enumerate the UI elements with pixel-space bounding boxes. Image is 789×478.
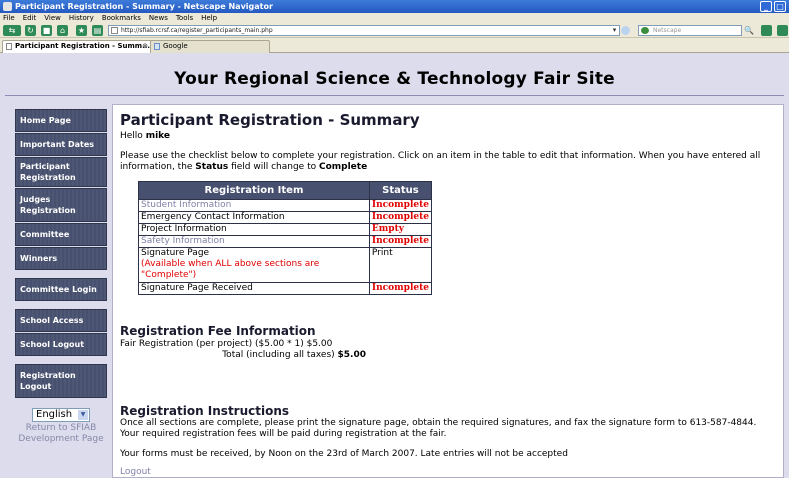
url-field[interactable]: http://sfiab.rcrsf.ca/register_participa… [108,25,620,36]
table-row[interactable]: Emergency Contact Information Incomplete [138,211,433,224]
fee-total: Total (including all taxes) $5.00 [120,350,366,361]
toolbar-button-icon[interactable] [761,25,772,36]
user-name: mike [145,131,170,141]
menu-edit[interactable]: Edit [23,14,37,22]
table-row[interactable]: Safety Information Incomplete [138,235,433,248]
status-badge: Incomplete [368,282,433,295]
fee-line: Fair Registration (per project) ($5.00 *… [120,339,333,349]
sidebar-item-school-access[interactable]: School Access [15,309,107,332]
status-badge: Incomplete [368,199,433,212]
status-word: Status [195,162,229,172]
greeting: Hello mike [120,131,776,142]
registration-instructions-text: Once all sections are complete, please p… [120,418,757,439]
tab-bar: Participant Registration - Summ... ⊗ Goo… [0,38,789,53]
language-value: English [36,409,73,420]
instructions-heading: Registration Instructions [120,404,290,418]
maximize-button[interactable]: □ [774,1,786,12]
tab-label: Participant Registration - Summ... [15,42,151,50]
site-title: Your Regional Science & Technology Fair … [174,69,615,89]
sidebar-item-participant-registration[interactable]: Participant Registration [15,157,107,187]
status-badge: Incomplete [368,211,433,224]
language-select[interactable]: English ▼ [32,408,90,422]
window-title-bar: Participant Registration - Summary - Net… [0,0,789,13]
reload-icon[interactable]: ↻ [25,25,36,36]
tab-label: Google [163,42,188,50]
complete-word: Complete [318,162,368,172]
status-print[interactable]: Print [368,247,433,283]
item-emergency-contact[interactable]: Emergency Contact Information [138,211,370,224]
greeting-prefix: Hello [120,131,146,141]
signature-page-note: (Available when ALL above sections are "… [141,259,320,280]
tab-google[interactable]: Google [150,40,270,53]
column-header-status: Status [368,181,433,200]
registration-table: Registration Item Status Student Informa… [138,181,433,295]
menu-bar: File Edit View History Bookmarks News To… [0,13,789,23]
sidebar-item-important-dates[interactable]: Important Dates [15,133,107,156]
signature-page-label: Signature Page [141,248,210,258]
sidebar-item-committee-login[interactable]: Committee Login [15,278,107,301]
go-icon[interactable] [621,26,630,35]
item-project-information[interactable]: Project Information [138,223,370,236]
table-row[interactable]: Signature Page Received Incomplete [138,282,433,295]
sidebar-item-home[interactable]: Home Page [15,109,107,132]
instructions: Please use the checklist below to comple… [120,151,776,173]
menu-file[interactable]: File [3,14,15,22]
table-row[interactable]: Student Information Incomplete [138,199,433,212]
sidebar-item-winners[interactable]: Winners [15,247,107,270]
fee-heading: Registration Fee Information [120,324,316,338]
column-header-item: Registration Item [138,181,370,200]
search-placeholder: Netscape [653,27,682,34]
minimize-button[interactable]: _ [760,1,772,12]
menu-help[interactable]: Help [201,14,217,22]
menu-news[interactable]: News [149,14,168,22]
logout-link[interactable]: Logout [120,467,151,477]
url-text: http://sfiab.rcrsf.ca/register_participa… [121,27,273,34]
chevron-down-icon: ▼ [78,410,88,420]
menu-tools[interactable]: Tools [176,14,193,22]
item-signature-page-received[interactable]: Signature Page Received [138,282,370,295]
header-divider [5,95,784,96]
sidebar: Home Page Important Dates Participant Re… [15,109,107,445]
table-row[interactable]: Project Information Empty [138,223,433,236]
toolbar-button-icon-2[interactable] [777,25,788,36]
back-forward-icon[interactable]: ⇆ [3,25,21,36]
tab-participant-registration[interactable]: Participant Registration - Summ... ⊗ [2,40,152,53]
stop-icon[interactable]: ■ [41,25,52,36]
google-icon [154,43,160,50]
menu-history[interactable]: History [69,14,94,22]
search-engine-icon[interactable] [641,27,649,34]
menu-bookmarks[interactable]: Bookmarks [102,14,141,22]
fee-total-label: Total (including all taxes) [222,350,338,360]
sidebar-item-judges-registration[interactable]: Judges Registration [15,188,107,222]
home-icon[interactable]: ⌂ [57,25,68,36]
return-to-sfiab-link[interactable]: Return to SFIAB Development Page [15,423,107,445]
bookmark-icon[interactable]: ★ [76,25,87,36]
status-badge: Empty [368,223,433,236]
search-icon[interactable]: 🔍 [743,25,755,36]
sidebar-item-committee[interactable]: Committee [15,223,107,246]
window-title: Participant Registration - Summary - Net… [15,2,273,11]
page-heading: Participant Registration - Summary [120,111,420,129]
url-dropdown-icon[interactable]: ▾ [609,25,620,36]
table-row[interactable]: Signature Page (Available when ALL above… [138,247,433,283]
deadline-text: Your forms must be received, by Noon on … [120,449,568,459]
sidebar-item-registration-logout[interactable]: Registration Logout [15,364,107,398]
netscape-icon [3,2,12,11]
print-icon[interactable]: ▤ [92,25,103,36]
close-tab-icon[interactable]: ⊗ [142,41,148,52]
menu-view[interactable]: View [44,14,61,22]
item-signature-page[interactable]: Signature Page (Available when ALL above… [138,247,370,283]
status-badge: Incomplete [368,235,433,248]
sidebar-item-school-logout[interactable]: School Logout [15,333,107,356]
item-student-information[interactable]: Student Information [138,199,370,212]
page: Your Regional Science & Technology Fair … [0,53,789,478]
fee-info: Fair Registration (per project) ($5.00 *… [120,339,366,361]
navigation-toolbar: ⇆ ↻ ■ ⌂ ★ ▤ http://sfiab.rcrsf.ca/regist… [0,23,789,38]
instructions-text-2: field will change to [228,162,319,172]
page-icon [6,43,12,50]
item-safety-information[interactable]: Safety Information [138,235,370,248]
search-input[interactable]: Netscape [638,25,742,36]
page-icon [111,27,118,34]
fee-total-value: $5.00 [337,350,366,360]
